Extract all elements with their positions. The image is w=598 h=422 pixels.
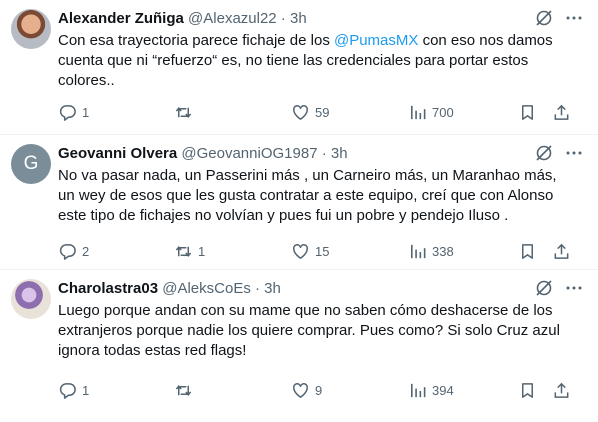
reply-count: 2 [82, 243, 90, 259]
share-button[interactable] [552, 380, 571, 400]
display-name[interactable]: Charolastra03 [58, 280, 158, 297]
reply-button[interactable]: 2 [58, 241, 89, 261]
reply-feed: Alexander Zuñiga @Alexazul22 · 3h Con es… [0, 0, 598, 422]
user-handle[interactable]: @AleksCoEs [162, 280, 251, 297]
tweet[interactable]: Charolastra03 @AleksCoEs · 3h Luego porq… [0, 270, 598, 422]
bookmark-button[interactable] [518, 380, 537, 400]
separator-dot: · [317, 145, 331, 162]
share-icon [552, 381, 571, 400]
views-count: 394 [432, 382, 454, 398]
tweet-text-line: ignora todas estas red flags! [58, 342, 247, 359]
views-count: 338 [432, 243, 454, 259]
like-count: 59 [315, 104, 330, 120]
views-button[interactable]: 338 [408, 241, 454, 261]
tweet-text: No va pasar nada, un Passerini más , un … [58, 166, 578, 226]
bookmark-button[interactable] [518, 102, 537, 122]
views-count: 700 [432, 104, 454, 120]
user-handle[interactable]: @Alexazul22 [188, 10, 277, 27]
more-icon[interactable] [564, 278, 584, 298]
action-bar: 1 59 700 [58, 102, 584, 122]
bookmark-button[interactable] [518, 241, 537, 261]
more-icon[interactable] [564, 143, 584, 163]
views-button[interactable]: 394 [408, 380, 454, 400]
tweet-text-line: este tipo de fichajes no volvían y pues … [58, 207, 509, 224]
like-count: 9 [315, 382, 323, 398]
tweet-header: Alexander Zuñiga @Alexazul22 · 3h [58, 9, 307, 29]
like-icon [291, 242, 310, 261]
display-name[interactable]: Geovanni Olvera [58, 145, 177, 162]
tweet-text-line: extranjeros porque nadie los quiere comp… [58, 322, 560, 339]
avatar-initial: G [23, 153, 39, 174]
tweet[interactable]: G Geovanni Olvera @GeovanniOG1987 · 3h N… [0, 135, 598, 270]
avatar[interactable]: G [11, 144, 51, 184]
repost-button[interactable] [174, 102, 198, 122]
repost-icon [174, 381, 193, 400]
timestamp[interactable]: 3h [290, 10, 307, 27]
views-icon [408, 103, 427, 122]
tweet-text: Con esa trayectoria parece fichaje de lo… [58, 31, 578, 91]
avatar[interactable] [11, 279, 51, 319]
more-icon[interactable] [564, 8, 584, 28]
grok-icon[interactable] [534, 8, 554, 28]
text-segment: con eso nos damos [418, 32, 553, 49]
bookmark-icon [518, 103, 537, 122]
reply-icon [58, 242, 77, 261]
action-bar: 1 9 394 [58, 380, 584, 400]
like-button[interactable]: 9 [291, 380, 322, 400]
tweet-header: Charolastra03 @AleksCoEs · 3h [58, 279, 281, 299]
repost-button[interactable]: 1 [174, 241, 205, 261]
grok-icon[interactable] [534, 143, 554, 163]
separator-dot: · [250, 280, 265, 297]
views-icon [408, 381, 427, 400]
tweet-text-line: Luego porque andan con su mame que no sa… [58, 302, 553, 319]
like-button[interactable]: 59 [291, 102, 329, 122]
bookmark-icon [518, 242, 537, 261]
share-button[interactable] [552, 241, 571, 261]
like-button[interactable]: 15 [291, 241, 329, 261]
tweet[interactable]: Alexander Zuñiga @Alexazul22 · 3h Con es… [0, 0, 598, 135]
bookmark-icon [518, 381, 537, 400]
reply-button[interactable]: 1 [58, 102, 89, 122]
text-segment: Con esa trayectoria parece fichaje de lo… [58, 32, 334, 49]
repost-icon [174, 103, 193, 122]
mention-link[interactable]: @PumasMX [334, 32, 418, 49]
like-count: 15 [315, 243, 330, 259]
display-name[interactable]: Alexander Zuñiga [58, 10, 184, 27]
timestamp[interactable]: 3h [331, 145, 348, 162]
reply-count: 1 [82, 382, 90, 398]
tweet-header: Geovanni Olvera @GeovanniOG1987 · 3h [58, 144, 348, 164]
timestamp[interactable]: 3h [264, 280, 281, 297]
share-icon [552, 103, 571, 122]
views-button[interactable]: 700 [408, 102, 454, 122]
like-icon [291, 103, 310, 122]
tweet-text-line: colores.. [58, 72, 115, 89]
reply-button[interactable]: 1 [58, 380, 89, 400]
views-icon [408, 242, 427, 261]
repost-button[interactable] [174, 380, 198, 400]
avatar[interactable] [11, 9, 51, 49]
tweet-text-line: No va pasar nada, un Passerini más , un … [58, 167, 557, 184]
share-button[interactable] [552, 102, 571, 122]
action-bar: 2 1 15 338 [58, 241, 584, 261]
tweet-text-line: Con esa trayectoria parece fichaje de lo… [58, 31, 578, 51]
reply-icon [58, 381, 77, 400]
share-icon [552, 242, 571, 261]
repost-icon [174, 242, 193, 261]
reply-icon [58, 103, 77, 122]
user-handle[interactable]: @GeovanniOG1987 [181, 145, 317, 162]
separator-dot: · [276, 10, 290, 27]
repost-count: 1 [198, 243, 206, 259]
tweet-text: Luego porque andan con su mame que no sa… [58, 301, 578, 361]
grok-icon[interactable] [534, 278, 554, 298]
tweet-text-line: un wey de esos que les gusta contratar a… [58, 187, 554, 204]
reply-count: 1 [82, 104, 90, 120]
like-icon [291, 381, 310, 400]
tweet-text-line: cuenta que ni “refuerzo“ es, no tiene la… [58, 52, 529, 69]
